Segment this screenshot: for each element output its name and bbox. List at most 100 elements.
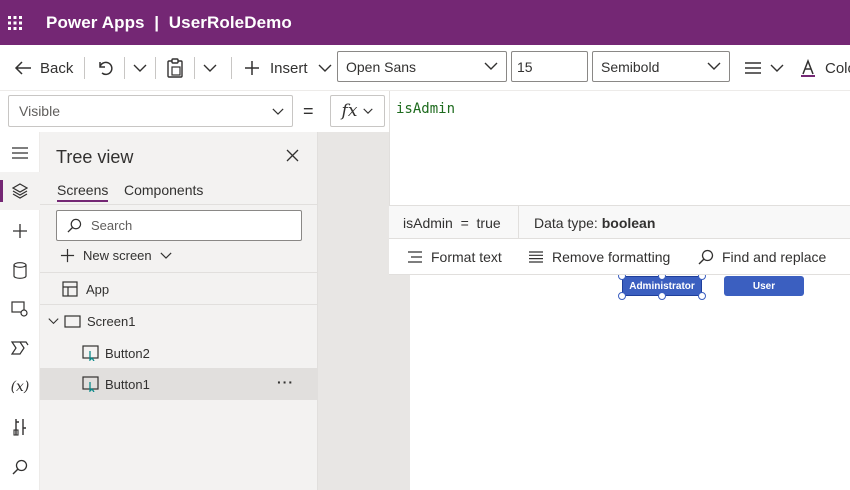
insert-rail-button[interactable]	[0, 212, 40, 250]
left-rail: (x)	[0, 132, 40, 490]
color-button[interactable]: Colo	[800, 45, 850, 91]
undo-dropdown-button[interactable]	[133, 45, 147, 91]
insert-label: Insert	[270, 59, 308, 77]
format-text-button[interactable]: Format text	[407, 239, 502, 275]
tab-screens[interactable]: Screens	[57, 182, 109, 202]
search-rail-button[interactable]	[0, 448, 40, 486]
new-screen-label: New screen	[83, 248, 152, 263]
insert-button[interactable]: Insert	[244, 45, 332, 91]
divider	[518, 206, 519, 239]
close-icon	[286, 149, 299, 162]
search-placeholder: Search	[91, 218, 133, 233]
remove-formatting-icon	[529, 251, 543, 263]
resize-handle[interactable]	[658, 292, 666, 300]
tree-item-app[interactable]: App	[40, 273, 318, 305]
formula-result-bar: isAdmin = true Data type: boolean	[389, 205, 850, 239]
remove-formatting-label: Remove formatting	[552, 249, 671, 265]
chevron-down-icon	[770, 64, 784, 72]
back-button[interactable]: Back	[14, 45, 73, 91]
data-type-label: Data type:	[534, 215, 598, 231]
function-button[interactable]: fx	[330, 95, 385, 127]
fx-icon: fx	[341, 101, 358, 121]
tree-item-label: Screen1	[87, 313, 136, 329]
chevron-down-icon	[272, 108, 284, 115]
font-weight-dropdown[interactable]: Semibold	[592, 51, 730, 82]
tree-item-button2[interactable]: Button2	[40, 337, 318, 369]
divider	[194, 57, 195, 79]
app-title: Power Apps | UserRoleDemo	[46, 12, 292, 32]
divider	[40, 204, 318, 205]
tree-view-title: Tree view	[56, 147, 134, 167]
database-icon	[13, 261, 27, 279]
equals-sign: =	[303, 101, 314, 121]
undo-icon	[99, 61, 113, 76]
tree-view-button[interactable]	[0, 172, 40, 210]
chevron-down-icon	[203, 64, 217, 72]
tree-view-panel: Tree view Screens Components Search New …	[40, 132, 318, 490]
back-label: Back	[40, 59, 74, 77]
plus-icon	[60, 248, 75, 263]
property-dropdown[interactable]: Visible	[8, 95, 293, 127]
new-screen-button[interactable]: New screen	[60, 248, 172, 263]
chevron-down-icon	[318, 64, 332, 72]
paste-dropdown-button[interactable]	[203, 45, 217, 91]
resize-handle[interactable]	[698, 292, 706, 300]
tab-components[interactable]: Components	[124, 182, 203, 198]
chevron-down-icon	[160, 252, 172, 259]
text-align-button[interactable]	[744, 45, 784, 91]
user-button[interactable]: User	[724, 276, 804, 296]
divider	[231, 57, 232, 79]
formula-result: isAdmin = true	[403, 215, 501, 231]
button-control-icon	[82, 376, 99, 392]
variables-button[interactable]: (x)	[0, 368, 40, 406]
data-type-value: boolean	[601, 215, 656, 231]
tree-search-input[interactable]: Search	[56, 210, 302, 241]
resize-handle[interactable]	[618, 292, 626, 300]
tree-item-label: Button1	[105, 376, 150, 392]
format-text-label: Format text	[431, 249, 502, 265]
data-button[interactable]	[0, 251, 40, 289]
advanced-tools-button[interactable]	[0, 408, 40, 446]
chevron-down-icon	[133, 64, 147, 72]
divider	[84, 57, 85, 79]
chevron-down-icon	[48, 318, 59, 325]
layers-icon	[12, 183, 28, 199]
search-icon	[698, 249, 714, 265]
font-weight-value: Semibold	[601, 58, 660, 75]
formula-format-bar: Format text Remove formatting Find and r…	[389, 239, 850, 275]
find-replace-button[interactable]: Find and replace	[698, 239, 826, 275]
media-button[interactable]	[0, 290, 40, 328]
undo-button[interactable]	[96, 45, 114, 91]
font-family-dropdown[interactable]: Open Sans	[337, 51, 507, 82]
hamburger-menu-button[interactable]	[0, 134, 40, 172]
hamburger-icon	[12, 147, 28, 159]
formula-expression[interactable]: isAdmin	[396, 101, 455, 117]
tree-item-button1[interactable]: Button1 ···	[40, 368, 318, 400]
button-control-icon	[82, 345, 99, 361]
font-color-icon	[801, 59, 815, 77]
tools-icon	[13, 419, 26, 436]
screen-icon	[64, 314, 81, 328]
app-launcher-icon[interactable]	[0, 0, 30, 45]
chevron-down-icon	[707, 62, 721, 70]
formula-editor[interactable]: isAdmin	[389, 91, 850, 205]
chevron-down-icon	[484, 62, 498, 70]
more-options-button[interactable]: ···	[277, 374, 294, 390]
power-automate-button[interactable]	[0, 329, 40, 367]
align-icon	[745, 62, 761, 74]
plus-icon	[13, 224, 27, 238]
find-replace-label: Find and replace	[722, 249, 827, 265]
remove-formatting-button[interactable]: Remove formatting	[528, 239, 670, 275]
font-size-input[interactable]: 15	[511, 51, 588, 82]
tree-item-screen1[interactable]: Screen1	[40, 305, 318, 337]
paste-button[interactable]	[166, 45, 184, 91]
close-button[interactable]	[286, 149, 299, 167]
search-icon	[12, 459, 28, 475]
property-value: Visible	[19, 103, 60, 119]
flow-icon	[11, 341, 29, 355]
divider	[155, 57, 156, 79]
tree-item-label: App	[86, 281, 110, 297]
font-family-value: Open Sans	[346, 58, 417, 75]
app-header: Power Apps | UserRoleDemo	[0, 0, 850, 45]
clipboard-icon	[167, 58, 183, 78]
